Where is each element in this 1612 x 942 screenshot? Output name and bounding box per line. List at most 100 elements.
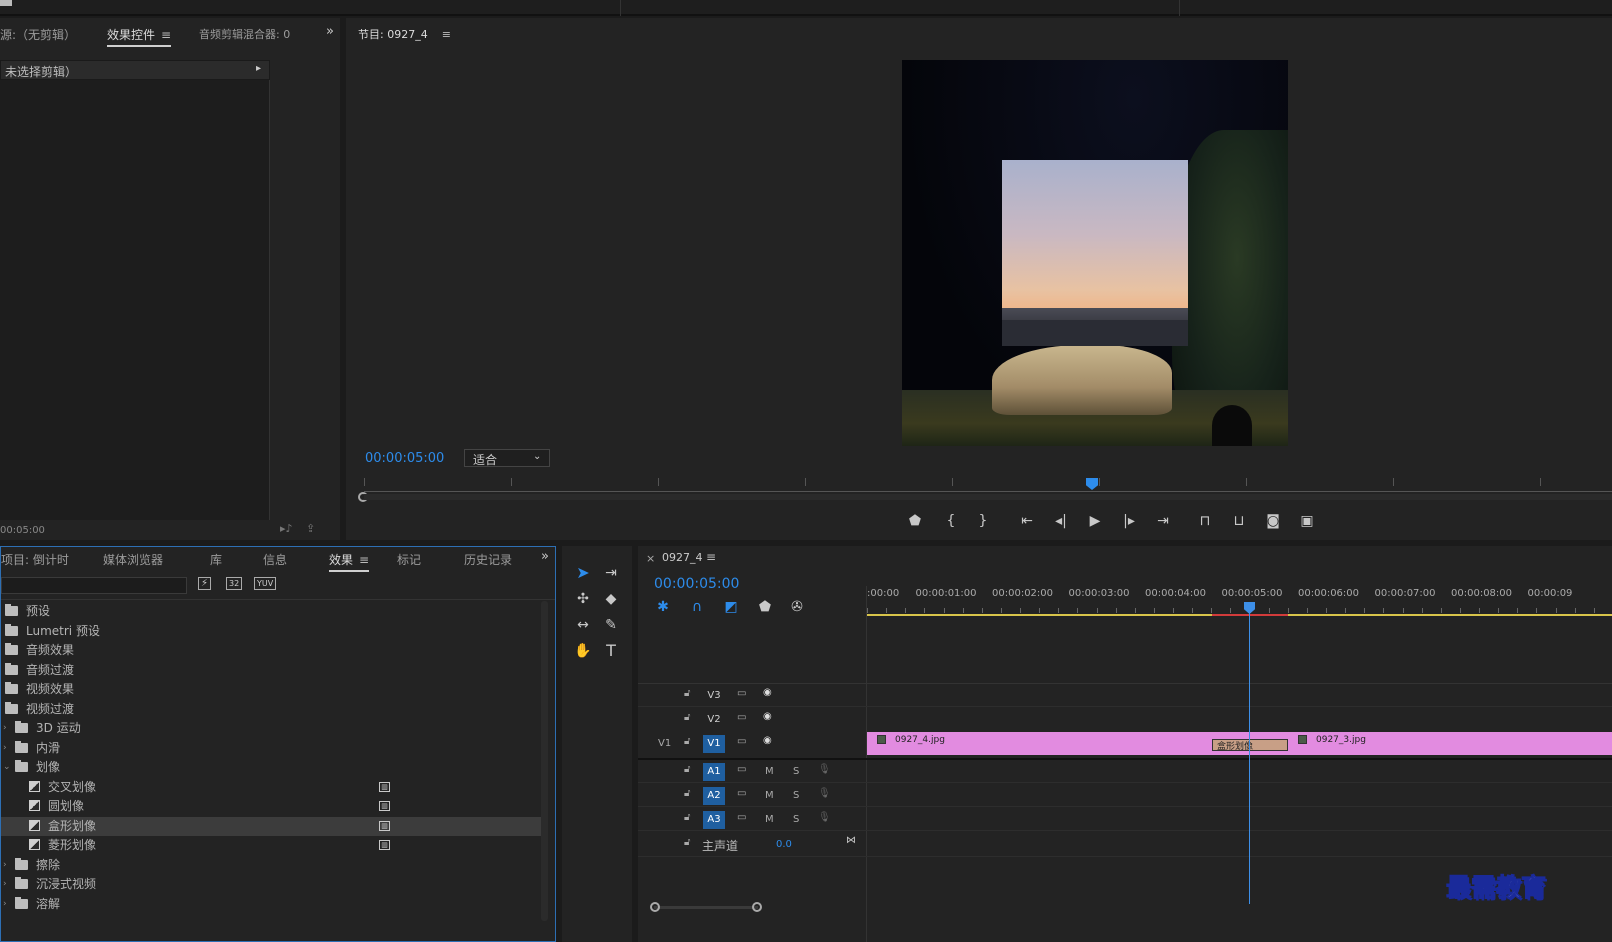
sequence-tab-label[interactable]: 0927_4 — [662, 551, 703, 564]
tab-audio-clip-mixer[interactable]: 音频剪辑混合器: 0 — [199, 26, 290, 42]
chevron-right-icon[interactable]: › — [3, 739, 7, 758]
program-monitor-tab[interactable]: 节目: 0927_4 ≡ — [358, 26, 451, 42]
panel-menu-icon[interactable]: ≡ — [161, 28, 171, 42]
pen-tool-icon[interactable]: ✎ — [602, 616, 620, 634]
effects-folder[interactable]: ⌄ 划像 — [1, 758, 541, 777]
v1-clip-track[interactable]: 0927_4.jpg 盒形划像 0927_3.jpg — [867, 732, 1612, 755]
effect-item[interactable]: 圆划像 ▥ — [1, 797, 541, 816]
eye-icon[interactable]: ◉ — [763, 735, 772, 746]
hand-tool-icon[interactable]: ✋ — [574, 642, 592, 660]
expand-arrow-icon[interactable]: ▸ — [256, 63, 261, 74]
effect-item[interactable]: 盒形划像 ▥ — [1, 816, 541, 836]
chevron-right-icon[interactable]: › — [3, 895, 7, 914]
panel-menu-icon[interactable]: ≡ — [706, 550, 716, 564]
lock-icon[interactable]: 🔓︎ — [684, 812, 690, 823]
zoom-handle-left[interactable] — [650, 902, 660, 912]
sync-lock-icon[interactable]: ▭ — [737, 764, 746, 775]
master-volume-value[interactable]: 0.0 — [776, 839, 792, 850]
type-tool-icon[interactable]: T — [602, 642, 620, 660]
source-tab[interactable]: 源:（无剪辑） — [0, 26, 76, 43]
chevron-right-icon[interactable]: › — [3, 856, 7, 875]
play-audio-icon[interactable]: ▸♪ — [280, 522, 293, 535]
timeline-playhead-line[interactable] — [1249, 604, 1250, 904]
effects-folder[interactable]: › 沉浸式视频 — [1, 875, 541, 894]
add-marker-icon[interactable]: ⬟ — [906, 512, 924, 530]
track-v1-toggle[interactable]: V1 — [703, 735, 725, 753]
yuv-effects-icon[interactable]: YUV — [254, 577, 277, 590]
linked-selection-icon[interactable]: ◩ — [722, 598, 740, 616]
slip-tool-icon[interactable]: ↔ — [574, 616, 592, 634]
project-tab[interactable]: 媒体浏览器 — [103, 551, 163, 568]
program-scrubber[interactable] — [358, 478, 1612, 506]
nest-toggle-icon[interactable]: ✱ — [654, 598, 672, 616]
chevron-right-icon[interactable]: › — [3, 875, 7, 894]
panel-menu-icon[interactable]: ≡ — [359, 553, 369, 567]
play-icon[interactable]: ▶ — [1086, 512, 1104, 530]
zoom-handle-right[interactable] — [752, 902, 762, 912]
sync-lock-icon[interactable]: ▭ — [737, 812, 746, 823]
effects-folder[interactable]: › 内滑 — [1, 739, 541, 758]
effects-folder[interactable]: 音频过渡 — [1, 661, 541, 680]
mute-button[interactable]: M — [765, 814, 774, 825]
effects-folder[interactable]: Lumetri 预设 — [1, 622, 541, 641]
effects-folder[interactable]: › 3D 运动 — [1, 719, 541, 738]
sync-lock-icon[interactable]: ▭ — [737, 788, 746, 799]
effects-folder[interactable]: 视频过渡 — [1, 700, 541, 719]
mark-out-icon[interactable]: } — [974, 512, 992, 530]
lock-icon[interactable]: 🔓︎ — [684, 688, 690, 699]
mute-button[interactable]: M — [765, 790, 774, 801]
clip-0927-3-name[interactable]: 0927_3.jpg — [1316, 735, 1366, 745]
effect-item[interactable]: 菱形划像 ▥ — [1, 836, 541, 855]
step-forward-icon[interactable]: |▸ — [1120, 512, 1138, 530]
solo-button[interactable]: S — [793, 766, 799, 777]
mute-button[interactable]: M — [765, 766, 774, 777]
sync-lock-icon[interactable]: ▭ — [737, 688, 746, 699]
eye-icon[interactable]: ◉ — [763, 687, 772, 698]
lift-icon[interactable]: ⊓ — [1196, 512, 1214, 530]
effects-folder[interactable]: › 擦除 — [1, 856, 541, 875]
timeline-timecode[interactable]: 00:00:05:00 — [654, 576, 739, 592]
go-to-out-icon[interactable]: ⇥ — [1154, 512, 1172, 530]
effects-folder[interactable]: 视频效果 — [1, 680, 541, 699]
project-tab[interactable]: 库 — [210, 551, 222, 568]
track-select-tool-icon[interactable]: ⇥ — [602, 564, 620, 582]
panel-menu-icon[interactable]: ≡ — [442, 28, 451, 41]
zoom-fit-select[interactable]: 适合 ⌄ — [464, 449, 550, 467]
track-a3-toggle[interactable]: A3 — [703, 811, 725, 829]
lock-icon[interactable]: 🔓︎ — [684, 837, 690, 848]
box-wipe-transition[interactable]: 盒形划像 — [1212, 739, 1288, 752]
program-timecode[interactable]: 00:00:05:00 — [365, 451, 444, 466]
timeline-settings-wrench-icon[interactable]: ✇ — [788, 598, 806, 616]
workspace-tabs-strip[interactable] — [620, 0, 1180, 16]
tab-effect-controls[interactable]: 效果控件 ≡ — [107, 26, 172, 47]
comparison-view-icon[interactable]: ▣ — [1298, 512, 1316, 530]
close-sequence-icon[interactable]: × — [646, 552, 655, 565]
mic-icon[interactable]: 🎙︎ — [818, 812, 831, 823]
solo-button[interactable]: S — [793, 814, 799, 825]
more-panels-icon[interactable]: » — [326, 24, 334, 39]
lock-icon[interactable]: 🔓︎ — [684, 736, 690, 747]
export-frame-camera-icon[interactable]: ◙ — [1264, 512, 1282, 530]
snap-magnet-icon[interactable]: ∩ — [688, 598, 706, 616]
track-v2-toggle[interactable]: V2 — [703, 711, 725, 729]
program-video-frame[interactable] — [902, 60, 1288, 446]
app-menu-icon[interactable] — [0, 0, 12, 6]
solo-button[interactable]: S — [793, 790, 799, 801]
project-tab[interactable]: 信息 — [263, 551, 287, 568]
ripple-edit-tool-icon[interactable]: ✣ — [574, 590, 592, 608]
extract-icon[interactable]: ⊔ — [1230, 512, 1248, 530]
effects-folder[interactable]: › 溶解 — [1, 895, 541, 914]
lock-icon[interactable]: 🔓︎ — [684, 788, 690, 799]
timeline-zoom-scrollbar[interactable] — [650, 902, 762, 912]
effects-folder[interactable]: 音频效果 — [1, 641, 541, 660]
project-tab[interactable]: 历史记录 — [464, 551, 512, 568]
add-marker-icon[interactable]: ⬟ — [756, 598, 774, 616]
go-to-edit-icon[interactable]: ⋈ — [846, 835, 856, 846]
eye-icon[interactable]: ◉ — [763, 711, 772, 722]
export-icon[interactable]: ⇪ — [306, 522, 315, 535]
lock-icon[interactable]: 🔓︎ — [684, 764, 690, 775]
effects-folder[interactable]: 预设 — [1, 602, 541, 621]
mic-icon[interactable]: 🎙︎ — [818, 788, 831, 799]
32bit-effects-icon[interactable]: 32 — [226, 577, 243, 590]
track-a1-toggle[interactable]: A1 — [703, 763, 725, 781]
